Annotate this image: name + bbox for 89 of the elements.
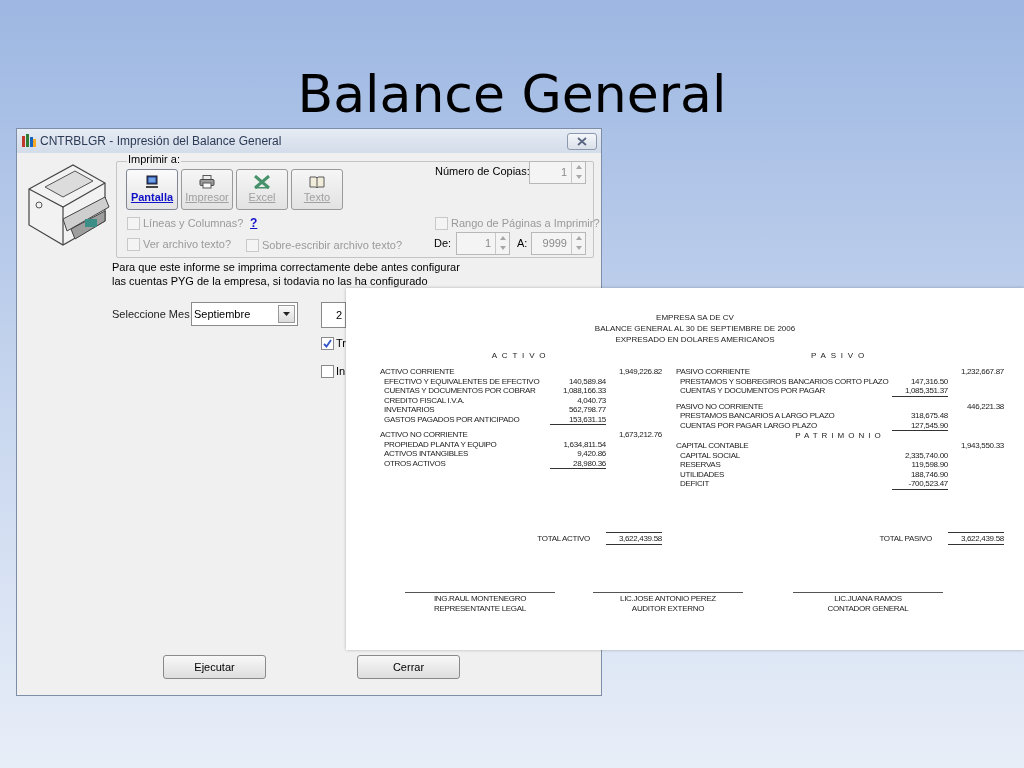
note-text: las cuentas PYG de la empresa, si todavia no las ha configurado: [112, 274, 429, 288]
printer-icon: [199, 175, 215, 189]
account-total: 1,949,226.82: [617, 367, 662, 377]
total-label: TOTAL PASIVO: [879, 533, 932, 543]
year-field[interactable]: 2: [321, 302, 346, 328]
window-title: CNTRBLGR - Impresión del Balance General: [40, 134, 282, 148]
section-heading: ACTIVO: [491, 351, 551, 361]
account-amount: 1,085,351.37: [892, 386, 948, 397]
account-total: 446,221.38: [965, 401, 1004, 411]
dialog-button[interactable]: Ejecutar: [163, 655, 266, 679]
account-label: INVENTARIOS: [383, 405, 436, 415]
signature-role: AUDITOR EXTERNO: [631, 603, 705, 613]
signature-role: CONTADOR GENERAL: [827, 603, 909, 613]
option-label: Rango de Páginas a Imprimir?: [451, 217, 600, 230]
account-title: ACTIVO NO CORRIENTE: [380, 430, 469, 440]
from-label: De:: [434, 237, 452, 250]
account-amount: 153,631.15: [550, 414, 606, 425]
account-amount: 28,980.36: [550, 458, 606, 469]
account-label: PRESTAMOS Y SOBREGIROS BANCARIOS CORTO PLAZO: [679, 376, 890, 386]
report-header: BALANCE GENERAL AL 30 DE SEPTIEMBRE DE 2006: [594, 323, 796, 334]
section-heading: PASIVO: [811, 351, 869, 361]
total-label: TOTAL ACTIVO: [537, 533, 590, 543]
note-text: Para que este informe se imprima correctamente debe antes configurar: [112, 260, 460, 274]
account-amount: 2,335,740.00: [903, 450, 948, 460]
account-label: PRESTAMOS BANCARIOS A LARGO PLAZO: [679, 411, 836, 421]
account-amount: 140,589.84: [567, 376, 606, 386]
option-label: In: [336, 365, 346, 378]
close-icon: [577, 137, 587, 146]
report-header: EXPRESADO EN DOLARES AMERICANOS: [615, 334, 775, 345]
dropdown-arrow-icon: [283, 312, 290, 316]
account-label: DEFICIT: [679, 479, 710, 490]
account-label: CAPITAL SOCIAL: [679, 450, 741, 460]
account-label: CUENTAS Y DOCUMENTOS POR PAGAR: [679, 386, 826, 397]
section-heading: PATRIMONIO: [795, 431, 885, 441]
checkbox[interactable]: [321, 337, 334, 350]
signature-role: REPRESENTANTE LEGAL: [434, 603, 526, 613]
account-title: ACTIVO CORRIENTE: [380, 367, 456, 377]
month-dropdown[interactable]: Septiembre: [191, 302, 298, 326]
copies-label: Número de Copias:: [435, 165, 530, 178]
account-label: CUENTAS Y DOCUMENTOS POR COBRAR: [383, 386, 537, 396]
account-label: UTILIDADES: [679, 469, 726, 479]
option-label: Tr: [336, 337, 346, 350]
account-title: PASIVO NO CORRIENTE: [676, 401, 765, 411]
account-label: EFECTIVO Y EQUIVALENTES DE EFECTIVO: [383, 376, 541, 386]
account-amount: 9,420.86: [576, 449, 606, 459]
option-label: Sobre-escribir archivo texto?: [262, 239, 402, 252]
account-amount: 318,675.48: [909, 411, 948, 421]
checkbox[interactable]: [321, 365, 334, 378]
account-amount: 188,746.90: [909, 469, 948, 479]
signature-name: LIC.JOSE ANTONIO PEREZ: [620, 594, 716, 604]
total-value: 3,622,439.58: [948, 531, 1004, 545]
account-label: ACTIVOS INTANGIBLES: [383, 449, 469, 459]
account-amount: -700,523.47: [892, 479, 948, 490]
slide-title: Balance General: [296, 63, 728, 126]
signature-name: LIC.JUANA RAMOS: [834, 594, 902, 604]
account-title: PASIVO CORRIENTE: [676, 367, 751, 377]
account-amount: 1,088,166.33: [561, 386, 606, 396]
total-value: 3,622,439.58: [606, 531, 662, 545]
account-label: GASTOS PAGADOS POR ANTICIPADO: [383, 414, 521, 425]
option-label: Ver archivo texto?: [143, 238, 232, 251]
monitor-icon: [145, 175, 159, 189]
account-label: CREDITO FISCAL I.V.A.: [383, 395, 466, 405]
account-amount: 147,316.50: [909, 376, 948, 386]
book-icon: [309, 175, 325, 189]
close-button[interactable]: [567, 133, 597, 150]
to-label: A:: [517, 237, 528, 250]
account-label: PROPIEDAD PLANTA Y EQUIPO: [383, 439, 498, 449]
account-title: CAPITAL CONTABLE: [676, 441, 750, 451]
dialog-button[interactable]: Cerrar: [357, 655, 460, 679]
output-button[interactable]: Pantalla: [126, 169, 178, 210]
account-amount: 119,598.90: [910, 460, 948, 470]
account-label: CUENTAS POR PAGAR LARGO PLAZO: [679, 420, 818, 431]
account-total: 1,943,550.33: [959, 441, 1004, 451]
account-total: 1,232,667.87: [959, 367, 1004, 377]
month-label: Seleccione Mes: [112, 308, 190, 321]
account-total: 1,673,212.76: [617, 430, 662, 440]
account-amount: 127,545.90: [892, 420, 948, 431]
account-amount: 1,634,811.54: [562, 439, 606, 449]
report-header: EMPRESA SA DE CV: [656, 312, 734, 323]
option-label: Líneas y Columnas?: [143, 217, 244, 230]
excel-icon: [254, 175, 270, 189]
account-label: OTROS ACTIVOS: [383, 458, 447, 469]
app-icon: [21, 134, 37, 149]
help-link[interactable]: ?: [250, 216, 258, 230]
signature-name: ING.RAUL MONTENEGRO: [433, 594, 527, 604]
group-label: Imprimir a:: [127, 153, 181, 166]
account-amount: 562,798.77: [567, 405, 606, 415]
account-label: RESERVAS: [679, 460, 722, 470]
account-amount: 4,040.73: [576, 395, 606, 405]
